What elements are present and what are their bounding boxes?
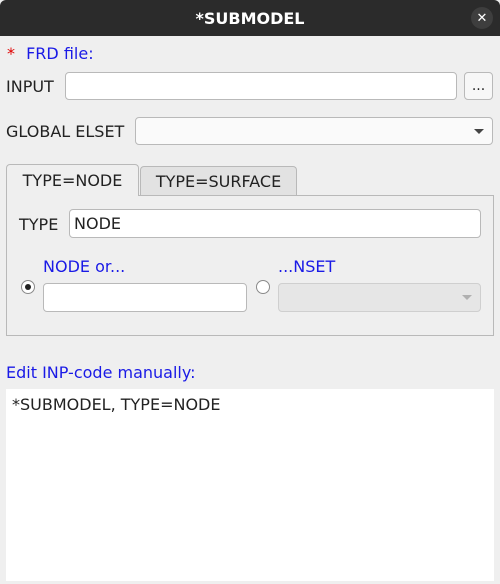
node-input[interactable] bbox=[43, 283, 247, 312]
nset-select[interactable] bbox=[278, 283, 481, 312]
nset-radio[interactable] bbox=[256, 280, 270, 294]
tab-type-surface[interactable]: TYPE=SURFACE bbox=[140, 166, 297, 195]
node-radio[interactable] bbox=[21, 280, 35, 294]
tab-type-node[interactable]: TYPE=NODE bbox=[6, 164, 139, 196]
window-title: *SUBMODEL bbox=[195, 8, 305, 28]
inp-code-editor[interactable]: *SUBMODEL, TYPE=NODE bbox=[6, 389, 494, 581]
frd-file-label-row: * FRD file: bbox=[7, 44, 94, 63]
nset-option-label: ...NSET bbox=[278, 257, 336, 276]
frd-file-label: FRD file: bbox=[26, 44, 94, 63]
manual-edit-label: Edit INP-code manually: bbox=[6, 363, 196, 382]
radio-selected-dot bbox=[25, 284, 31, 290]
browse-button[interactable]: ... bbox=[464, 72, 493, 100]
global-elset-label: GLOBAL ELSET bbox=[6, 122, 125, 141]
title-bar: *SUBMODEL ✕ bbox=[0, 0, 500, 36]
node-option-label: NODE or... bbox=[43, 257, 126, 276]
type-label: TYPE bbox=[19, 215, 59, 234]
type-field[interactable]: NODE bbox=[69, 209, 481, 238]
close-icon: ✕ bbox=[476, 10, 488, 26]
tab-panel-type-node: TYPE NODE NODE or... ...NSET bbox=[6, 195, 494, 336]
global-elset-select[interactable] bbox=[135, 117, 493, 145]
input-label: INPUT bbox=[6, 77, 54, 96]
required-marker: * bbox=[7, 44, 15, 63]
close-button[interactable]: ✕ bbox=[471, 7, 493, 29]
inp-code-text: *SUBMODEL, TYPE=NODE bbox=[12, 395, 221, 414]
chevron-down-icon bbox=[462, 295, 472, 300]
input-file-field[interactable] bbox=[65, 72, 457, 100]
chevron-down-icon bbox=[474, 129, 484, 134]
